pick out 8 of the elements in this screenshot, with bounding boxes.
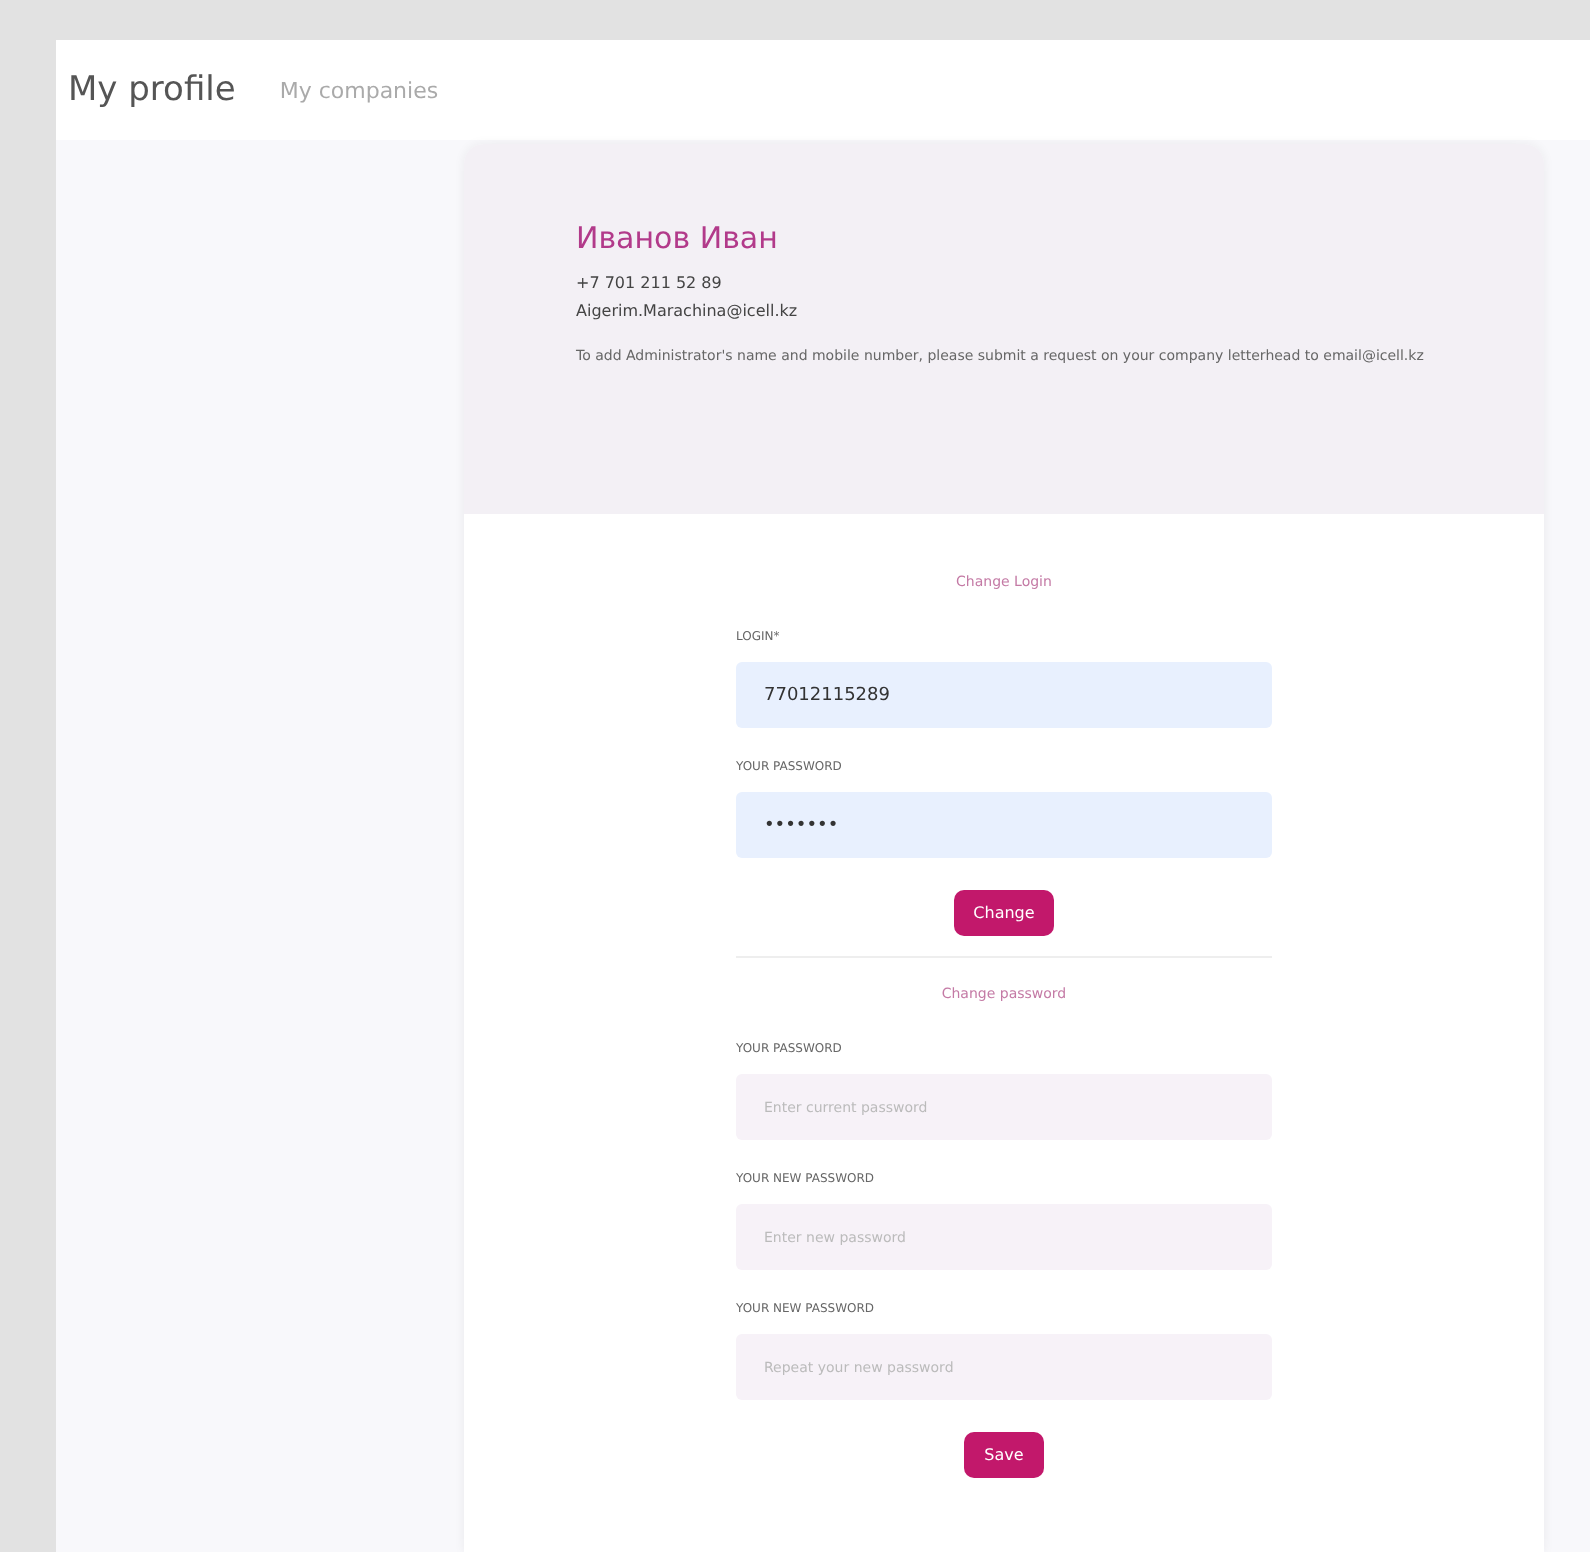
input-field[interactable]: ••••••• [736, 792, 1272, 858]
email-address: Aigerim.Marachina@icell.kz [576, 302, 800, 320]
nav-tab[interactable]: My profile [68, 70, 236, 110]
input-field[interactable]: 77012115289 [736, 662, 1272, 728]
phone-number: +7 701 211 52 89 [576, 274, 724, 292]
save-button[interactable]: Save [964, 1432, 1044, 1478]
user-name: Иванов Иван [576, 220, 780, 256]
change-button[interactable]: Change [953, 890, 1055, 936]
